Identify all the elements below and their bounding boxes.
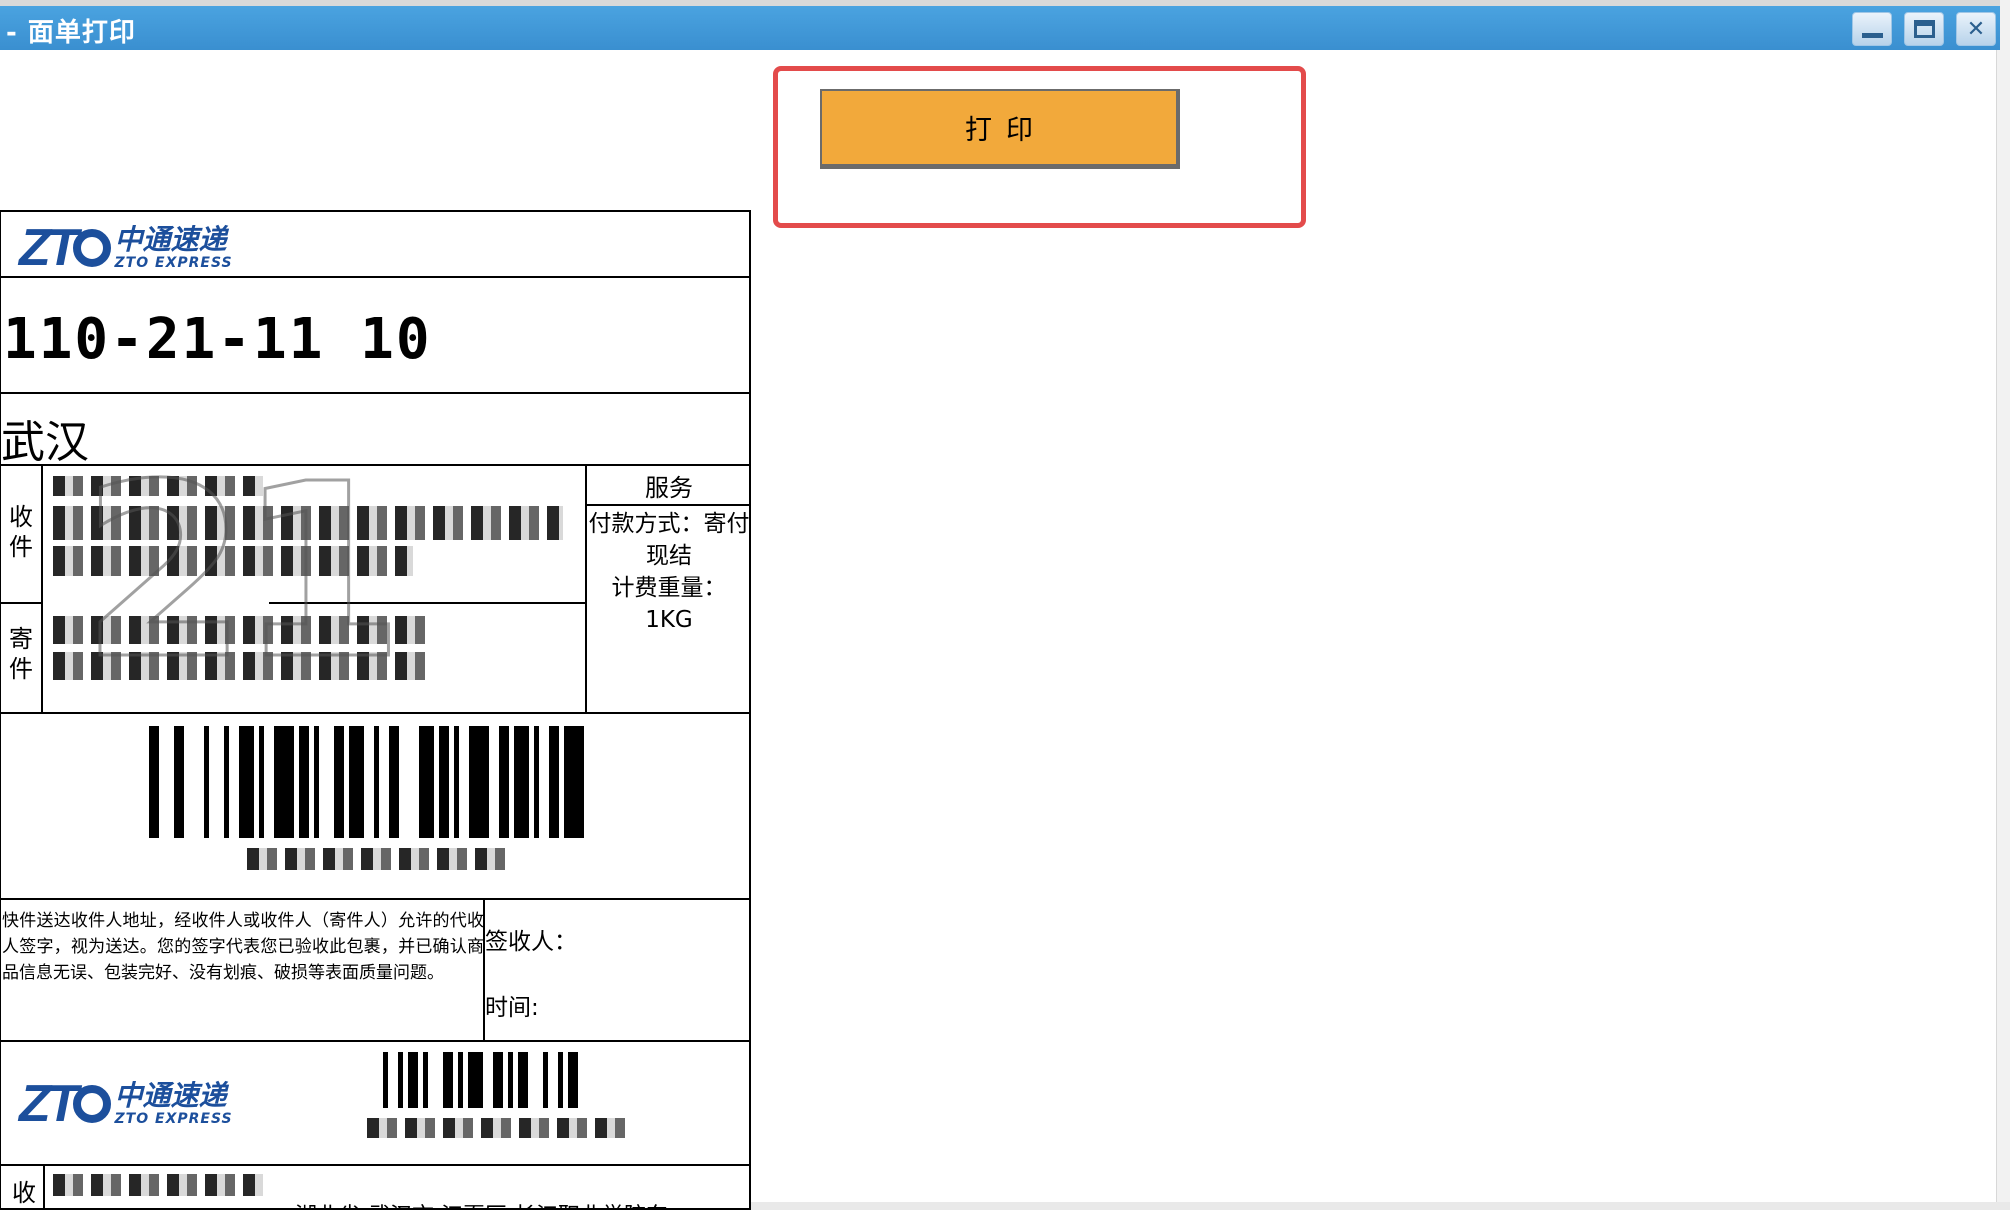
barcode-bar [428, 1052, 443, 1108]
bottom-recipient-label: 收 [12, 1179, 36, 1207]
maximize-icon [1914, 20, 1935, 38]
barcode-bar [549, 726, 559, 838]
window-titlebar: - 面单打印 ✕ [0, 0, 2000, 50]
barcode-bar [274, 726, 294, 838]
barcode-bar [459, 726, 469, 838]
barcode-bar [174, 726, 184, 838]
barcode-bar [239, 726, 254, 838]
route-code: 110-21-11 10 [3, 307, 432, 372]
barcode-bar [364, 726, 374, 838]
barcode-bar [389, 726, 399, 838]
secondary-tracking-redacted [367, 1118, 625, 1138]
barcode-bar [528, 1052, 543, 1108]
zto-name-en: ZTO EXPRESS [114, 255, 233, 271]
barcode-bar [408, 1052, 418, 1108]
signer-label: 签收人： [485, 929, 577, 955]
barcode-bar [264, 726, 274, 838]
waybill-label: ZT 中通速递 ZTO EXPRESS 110-21-11 10 武汉 收件 寄… [0, 210, 751, 1210]
weight-label: 计费重量： [611, 575, 727, 601]
zto-logo-o-icon-bottom [72, 1085, 111, 1123]
barcode-bar [159, 726, 174, 838]
barcode-bar [388, 1052, 398, 1108]
barcode-bar [489, 726, 499, 838]
time-label: 时间: [485, 995, 539, 1021]
barcode-bar [439, 726, 449, 838]
bottom-recipient-redacted [53, 1174, 263, 1196]
barcode-bar [379, 726, 389, 838]
zto-logo: ZT 中通速递 ZTO EXPRESS [19, 218, 233, 278]
window-title: - 面单打印 [6, 18, 136, 48]
delivery-notice: 快件送达收件人地址，经收件人或收件人（寄件人）允许的代收人签字，视为送达。您的签… [2, 911, 484, 983]
payment-method: 付款方式：寄付现结 [588, 511, 750, 569]
service-details: 付款方式：寄付现结 计费重量： 1KG [588, 508, 750, 636]
zto-logo-letters-bottom: ZT [19, 1075, 78, 1133]
barcode-bar [229, 726, 239, 838]
barcode-bar [469, 726, 489, 838]
barcode-bar [468, 1052, 483, 1108]
recipient-label: 收件 [9, 503, 33, 561]
barcode-bar [184, 726, 204, 838]
close-icon: ✕ [1966, 16, 1986, 42]
print-button[interactable]: 打印 [820, 89, 1180, 169]
minimize-icon [1862, 33, 1883, 38]
barcode-bar [514, 726, 529, 838]
weight-value: 1KG [645, 607, 693, 633]
barcode-bar [493, 1052, 503, 1108]
barcode-bar [564, 726, 584, 838]
bottom-address: 湖北省 武汉市 江夏区 长江职业学院东 [295, 1198, 668, 1208]
barcode-bar [539, 726, 549, 838]
barcode-bar [299, 726, 309, 838]
route-watermark: 21 [80, 431, 407, 714]
barcode-bar [399, 726, 419, 838]
tracking-number-redacted [247, 848, 505, 870]
barcode-bar [483, 1052, 493, 1108]
barcode-bar [568, 1052, 578, 1108]
barcode-bar [149, 726, 159, 838]
minimize-button[interactable] [1852, 12, 1892, 46]
destination-city: 武汉 [1, 417, 89, 468]
main-barcode [149, 726, 584, 838]
secondary-barcode [383, 1052, 578, 1108]
zto-logo-letters: ZT [19, 219, 78, 277]
zto-name-cn: 中通速递 [114, 223, 227, 256]
sender-label: 寄件 [9, 625, 33, 683]
barcode-bar [349, 726, 364, 838]
barcode-bar [334, 726, 344, 838]
background-app-strip [1996, 0, 2010, 1210]
zto-name-en-bottom: ZTO EXPRESS [114, 1111, 233, 1127]
zto-logo-o-icon [72, 229, 111, 267]
barcode-bar [548, 1052, 558, 1108]
zto-name-cn-bottom: 中通速递 [114, 1079, 227, 1112]
maximize-button[interactable] [1904, 12, 1944, 46]
zto-logo-bottom: ZT 中通速递 ZTO EXPRESS [19, 1074, 233, 1134]
barcode-bar [499, 726, 509, 838]
barcode-bar [209, 726, 224, 838]
close-button[interactable]: ✕ [1956, 12, 1996, 46]
service-title: 服务 [645, 474, 693, 502]
barcode-bar [419, 726, 434, 838]
barcode-bar [319, 726, 334, 838]
barcode-bar [443, 1052, 453, 1108]
barcode-bar [518, 1052, 528, 1108]
